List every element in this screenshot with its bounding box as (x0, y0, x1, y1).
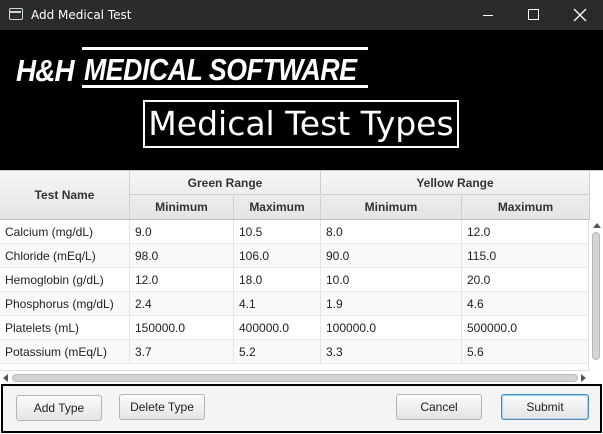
button-bar: Add Type Delete Type Cancel Submit (1, 384, 602, 433)
table-row[interactable]: Phosphorus (mg/dL) 2.4 4.1 1.9 4.6 (0, 292, 590, 316)
cell-test-name: Potassium (mEq/L) (0, 340, 130, 364)
scroll-right-arrow-icon[interactable] (581, 374, 586, 382)
page-title: Medical Test Types (143, 100, 459, 148)
cell-yellow-min: 100000.0 (321, 316, 462, 340)
add-type-button[interactable]: Add Type (16, 395, 102, 421)
cell-test-name: Platelets (mL) (0, 316, 130, 340)
cell-yellow-max: 12.0 (462, 220, 590, 244)
maximize-icon (528, 9, 539, 20)
cell-yellow-max: 115.0 (462, 244, 590, 268)
column-header-green-minimum[interactable]: Minimum (130, 196, 234, 219)
medical-test-table[interactable]: Test Name Green Range Yellow Range Minim… (0, 170, 603, 384)
table-header: Test Name Green Range Yellow Range Minim… (0, 171, 590, 220)
scroll-left-arrow-icon[interactable] (3, 374, 8, 382)
company-logo: H&H MEDICAL SOFTWARE (14, 47, 368, 88)
table-body: Calcium (mg/dL) 9.0 10.5 8.0 12.0 Chlori… (0, 220, 590, 366)
cell-green-min: 150000.0 (130, 316, 234, 340)
table-row[interactable]: Hemoglobin (g/dL) 12.0 18.0 10.0 20.0 (0, 268, 590, 292)
cell-green-min: 9.0 (130, 220, 234, 244)
table-row[interactable]: Chloride (mEq/L) 98.0 106.0 90.0 115.0 (0, 244, 590, 268)
table-row[interactable]: Platelets (mL) 150000.0 400000.0 100000.… (0, 316, 590, 340)
table-row[interactable]: Potassium (mEq/L) 3.7 5.2 3.3 5.6 (0, 340, 590, 364)
submit-button[interactable]: Submit (501, 394, 589, 420)
cell-green-max: 10.5 (234, 220, 321, 244)
cell-yellow-max: 20.0 (462, 268, 590, 292)
column-group-green-range: Green Range (130, 171, 321, 195)
cell-green-min: 3.7 (130, 340, 234, 364)
maximize-button[interactable] (511, 0, 557, 30)
cell-yellow-max: 5.6 (462, 340, 590, 364)
column-header-green-maximum[interactable]: Maximum (234, 196, 321, 219)
cell-test-name: Hemoglobin (g/dL) (0, 268, 130, 292)
cell-test-name: Chloride (mEq/L) (0, 244, 130, 268)
window-title-bar: Add Medical Test (0, 0, 603, 30)
cell-green-max: 400000.0 (234, 316, 321, 340)
cell-yellow-min: 90.0 (321, 244, 462, 268)
scroll-up-arrow-icon[interactable] (593, 223, 601, 228)
cell-test-name: Calcium (mg/dL) (0, 220, 130, 244)
cell-yellow-min: 8.0 (321, 220, 462, 244)
cell-green-max: 106.0 (234, 244, 321, 268)
app-window-icon (9, 8, 23, 20)
close-button[interactable] (557, 0, 603, 30)
banner: H&H MEDICAL SOFTWARE Medical Test Types (0, 30, 603, 170)
column-group-yellow-range: Yellow Range (321, 171, 590, 195)
window-title: Add Medical Test (31, 8, 132, 22)
column-header-yellow-minimum[interactable]: Minimum (321, 196, 462, 219)
horizontal-scrollbar[interactable] (0, 370, 590, 384)
cell-yellow-min: 1.9 (321, 292, 462, 316)
close-icon (573, 8, 587, 22)
column-header-yellow-maximum[interactable]: Maximum (462, 196, 590, 219)
logo-main-text: MEDICAL SOFTWARE (84, 52, 357, 87)
cell-green-max: 4.1 (234, 292, 321, 316)
cell-yellow-max: 4.6 (462, 292, 590, 316)
cell-green-min: 98.0 (130, 244, 234, 268)
horizontal-scroll-thumb[interactable] (12, 374, 578, 382)
cancel-button[interactable]: Cancel (396, 394, 482, 420)
minimize-icon (483, 15, 493, 16)
cell-green-max: 18.0 (234, 268, 321, 292)
logo-prefix: H&H (16, 53, 75, 88)
cell-test-name: Phosphorus (mg/dL) (0, 292, 130, 316)
minimize-button[interactable] (465, 0, 511, 30)
column-header-test-name[interactable]: Test Name (0, 171, 130, 219)
table-row[interactable]: Calcium (mg/dL) 9.0 10.5 8.0 12.0 (0, 220, 590, 244)
vertical-scroll-thumb[interactable] (592, 232, 600, 360)
cell-green-max: 5.2 (234, 340, 321, 364)
vertical-scrollbar[interactable] (588, 220, 603, 372)
delete-type-button[interactable]: Delete Type (119, 394, 205, 420)
cell-yellow-max: 500000.0 (462, 316, 590, 340)
cell-green-min: 2.4 (130, 292, 234, 316)
cell-yellow-min: 10.0 (321, 268, 462, 292)
cell-yellow-min: 3.3 (321, 340, 462, 364)
cell-green-min: 12.0 (130, 268, 234, 292)
